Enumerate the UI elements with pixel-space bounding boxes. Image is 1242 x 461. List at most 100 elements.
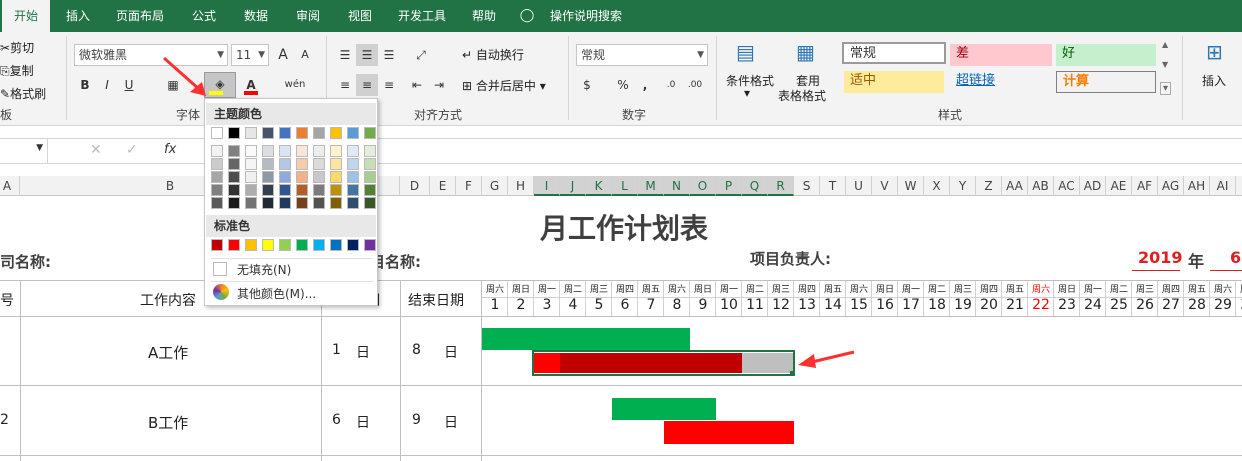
more-colors-option[interactable]: 其他颜色(M)... (211, 281, 373, 301)
format-as-table-label2[interactable]: 表格格式 (778, 87, 826, 104)
column-header[interactable]: AH (1184, 176, 1210, 196)
column-header[interactable]: T (820, 176, 846, 196)
standard-color-swatch[interactable] (228, 239, 240, 251)
theme-color-swatch[interactable] (279, 171, 291, 183)
scroll-down-icon[interactable]: ▼ (1162, 60, 1168, 69)
tab-page-layout[interactable]: 页面布局 (108, 0, 172, 32)
no-fill-option[interactable]: 无填充(N) (211, 258, 373, 278)
column-header[interactable]: X (924, 176, 950, 196)
underline-button[interactable]: U (118, 74, 140, 96)
column-header[interactable]: AG (1158, 176, 1184, 196)
column-header[interactable]: AA (1002, 176, 1028, 196)
font-color-button[interactable]: A (240, 74, 262, 96)
theme-color-swatch[interactable] (364, 184, 376, 196)
column-header[interactable]: I (534, 176, 560, 196)
cut-button[interactable]: ✂剪切 (0, 39, 34, 56)
theme-color-swatch[interactable] (296, 145, 308, 157)
currency-icon[interactable]: $ (576, 74, 598, 96)
name-box[interactable]: ▼ (0, 139, 48, 163)
indent-increase-icon[interactable]: ⇥ (428, 74, 450, 96)
column-header[interactable]: E (430, 176, 456, 196)
font-size-select[interactable]: 11 ▼ (231, 44, 269, 66)
theme-color-swatch[interactable] (211, 171, 223, 183)
theme-color-swatch[interactable] (211, 197, 223, 209)
style-good[interactable]: 好 (1056, 44, 1156, 66)
theme-color-swatch[interactable] (330, 171, 342, 183)
column-header[interactable]: K (586, 176, 612, 196)
phonetic-button[interactable]: wén (284, 74, 306, 96)
theme-color-swatch[interactable] (364, 145, 376, 157)
theme-color-swatch[interactable] (245, 127, 257, 139)
column-header[interactable]: Z (976, 176, 1002, 196)
selected-cell-range[interactable] (532, 350, 795, 376)
standard-color-swatch[interactable] (211, 239, 223, 251)
theme-color-swatch[interactable] (279, 197, 291, 209)
insert-function-icon[interactable]: fx (164, 142, 176, 157)
tab-review[interactable]: 审阅 (286, 0, 330, 32)
theme-color-swatch[interactable] (313, 127, 325, 139)
percent-button[interactable]: % (612, 74, 634, 96)
column-header[interactable]: P (716, 176, 742, 196)
bold-button[interactable]: B (74, 74, 96, 96)
theme-color-swatch[interactable] (364, 171, 376, 183)
theme-color-swatch[interactable] (228, 158, 240, 170)
column-header[interactable]: AB (1028, 176, 1054, 196)
theme-color-swatch[interactable] (347, 184, 359, 196)
theme-color-swatch[interactable] (296, 158, 308, 170)
tab-data[interactable]: 数据 (234, 0, 278, 32)
standard-color-swatch[interactable] (330, 239, 342, 251)
indent-decrease-icon[interactable]: ⇤ (406, 74, 428, 96)
align-middle-icon[interactable]: ☰ (356, 44, 378, 66)
standard-color-swatch[interactable] (296, 239, 308, 251)
align-left-icon[interactable]: ≡ (334, 74, 356, 96)
insert-button[interactable]: 插入 (1202, 72, 1226, 89)
comma-button[interactable]: , (634, 74, 656, 96)
theme-color-swatch[interactable] (347, 197, 359, 209)
align-bottom-icon[interactable]: ☰ (378, 44, 400, 66)
column-header[interactable]: A (0, 176, 20, 196)
theme-color-swatch[interactable] (296, 197, 308, 209)
column-header[interactable]: D (400, 176, 430, 196)
theme-color-swatch[interactable] (211, 145, 223, 157)
column-header[interactable]: V (872, 176, 898, 196)
theme-color-swatch[interactable] (279, 145, 291, 157)
theme-color-swatch[interactable] (296, 171, 308, 183)
column-header[interactable]: M (638, 176, 664, 196)
theme-color-swatch[interactable] (262, 171, 274, 183)
style-bad[interactable]: 差 (950, 44, 1052, 66)
theme-color-swatch[interactable] (296, 127, 308, 139)
column-header[interactable]: AI (1210, 176, 1236, 196)
style-calculation[interactable]: 计算 (1056, 71, 1156, 93)
theme-color-swatch[interactable] (228, 145, 240, 157)
theme-color-swatch[interactable] (279, 158, 291, 170)
fill-handle[interactable] (790, 371, 795, 376)
column-header[interactable]: N (664, 176, 690, 196)
tab-insert[interactable]: 插入 (56, 0, 100, 32)
tell-me-search[interactable]: 操作说明搜索 (544, 0, 628, 32)
theme-color-swatch[interactable] (262, 145, 274, 157)
standard-color-swatch[interactable] (313, 239, 325, 251)
cancel-icon[interactable]: ✕ (90, 142, 102, 158)
tab-formulas[interactable]: 公式 (182, 0, 226, 32)
italic-button[interactable]: I (96, 74, 118, 96)
standard-color-swatch[interactable] (245, 239, 257, 251)
theme-color-swatch[interactable] (330, 145, 342, 157)
more-styles-icon[interactable]: ▾ (1160, 82, 1172, 95)
tab-home[interactable]: 开始 (2, 0, 50, 32)
column-header[interactable]: H (508, 176, 534, 196)
standard-color-swatch[interactable] (262, 239, 274, 251)
theme-color-swatch[interactable] (228, 171, 240, 183)
conditional-format-arrow[interactable]: ▾ (744, 86, 750, 100)
copy-button[interactable]: ⎘复制 (0, 62, 34, 79)
column-header[interactable]: Y (950, 176, 976, 196)
theme-color-swatch[interactable] (211, 158, 223, 170)
align-center-icon[interactable]: ≡ (356, 74, 378, 96)
column-header[interactable]: O (690, 176, 716, 196)
theme-color-swatch[interactable] (211, 127, 223, 139)
theme-color-swatch[interactable] (330, 158, 342, 170)
theme-color-swatch[interactable] (211, 184, 223, 196)
theme-color-swatch[interactable] (228, 197, 240, 209)
tab-developer[interactable]: 开发工具 (390, 0, 454, 32)
theme-color-swatch[interactable] (313, 158, 325, 170)
number-format-select[interactable]: 常规 ▼ (576, 44, 708, 66)
